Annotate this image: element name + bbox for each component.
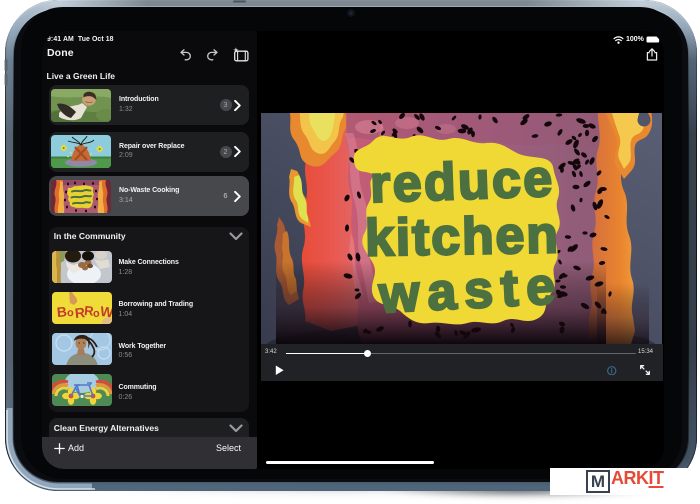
svg-text:waste: waste: [377, 257, 556, 324]
svg-text:reduce: reduce: [369, 150, 552, 214]
svg-text:W: W: [99, 302, 112, 320]
